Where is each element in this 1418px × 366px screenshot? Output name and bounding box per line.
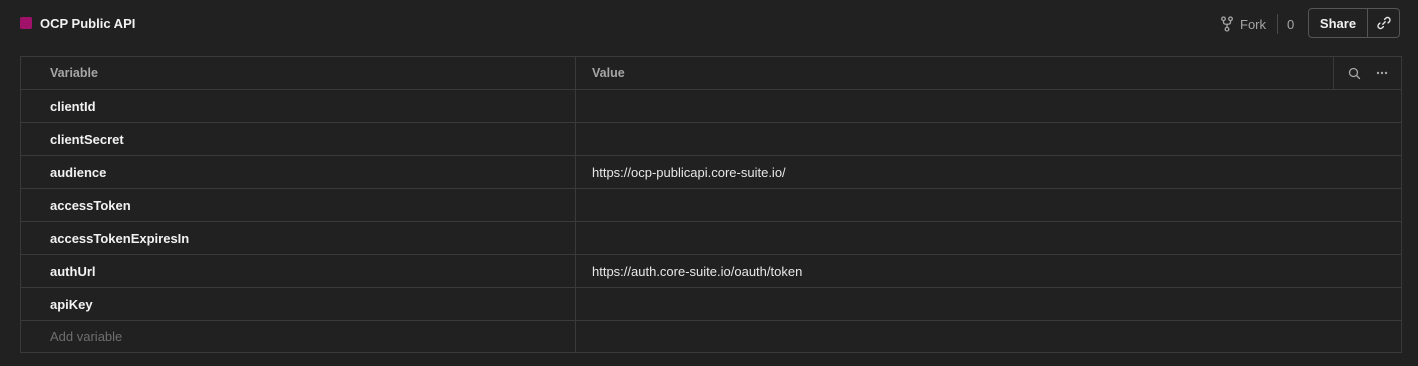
variable-name[interactable]: authUrl [50, 255, 96, 287]
collection-header: OCP Public API Fork 0 Share [0, 0, 1418, 48]
table-row[interactable]: clientId [21, 90, 1401, 123]
variable-value[interactable]: https://ocp-publicapi.core-suite.io/ [592, 156, 786, 188]
search-button[interactable] [1346, 65, 1362, 81]
header-actions-divider [1333, 57, 1334, 89]
variable-name[interactable]: accessToken [50, 189, 131, 221]
link-icon [1376, 16, 1391, 30]
collection-title: OCP Public API [40, 16, 136, 31]
variable-name[interactable]: accessTokenExpiresIn [50, 222, 189, 254]
variable-name[interactable]: clientId [50, 90, 96, 122]
more-options-button[interactable] [1374, 65, 1390, 81]
variable-name[interactable]: audience [50, 156, 106, 188]
fork-icon [1221, 16, 1233, 32]
column-header-value: Value [592, 66, 625, 80]
fork-button[interactable]: Fork 0 [1220, 14, 1294, 34]
table-header-row: Variable Value [21, 57, 1401, 90]
variable-value[interactable]: https://auth.core-suite.io/oauth/token [592, 255, 802, 287]
share-button[interactable]: Share [1309, 9, 1367, 37]
fork-divider [1277, 14, 1278, 34]
collection-color-icon [20, 17, 32, 29]
fork-count: 0 [1287, 16, 1295, 32]
add-variable-row[interactable]: Add variable [21, 321, 1401, 352]
table-row[interactable]: accessToken [21, 189, 1401, 222]
variable-name[interactable]: clientSecret [50, 123, 124, 155]
add-variable-input[interactable]: Add variable [50, 321, 122, 352]
fork-label: Fork [1240, 16, 1266, 32]
search-icon [1348, 67, 1360, 79]
table-row[interactable]: authUrl https://auth.core-suite.io/oauth… [21, 255, 1401, 288]
column-header-variable: Variable [50, 66, 98, 80]
table-row[interactable]: audience https://ocp-publicapi.core-suit… [21, 156, 1401, 189]
variable-name[interactable]: apiKey [50, 288, 93, 320]
copy-link-button[interactable] [1368, 9, 1399, 37]
table-row[interactable]: clientSecret [21, 123, 1401, 156]
more-icon [1376, 71, 1388, 75]
share-button-group: Share [1308, 8, 1400, 38]
table-row[interactable]: apiKey [21, 288, 1401, 321]
variables-table: Variable Value clientId clientSecret aud… [20, 56, 1402, 353]
table-row[interactable]: accessTokenExpiresIn [21, 222, 1401, 255]
